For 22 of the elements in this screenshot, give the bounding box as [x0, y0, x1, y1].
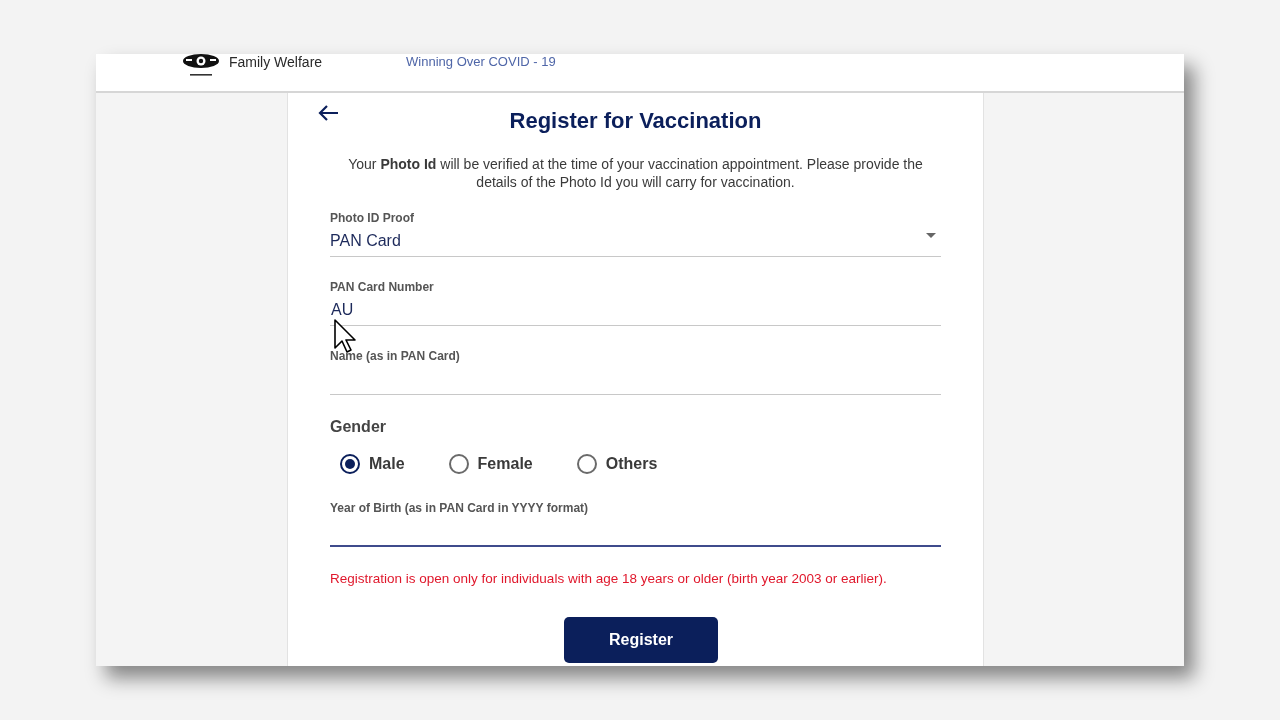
- group-label: Gender: [330, 417, 387, 437]
- select-field[interactable]: PAN Card: [330, 230, 941, 257]
- field-label: Year of Birth (as in PAN Card in YYYY format): [330, 500, 590, 516]
- intro-text: Your Photo Id will be verified at the time of your vaccination appointment. Please provide the details of the Photo Id you will carry for vaccination.: [347, 155, 924, 191]
- field-label: Photo ID Proof: [330, 210, 415, 226]
- tagline: Winning Over COVID - 19: [406, 54, 556, 70]
- radio-label[interactable]: Male: [369, 454, 405, 474]
- caret-icon: [926, 233, 936, 238]
- back-arrow-icon[interactable]: [318, 105, 339, 121]
- register-button[interactable]: Register: [564, 617, 718, 663]
- radio-button[interactable]: [340, 454, 360, 474]
- department-name: Family Welfare: [229, 54, 323, 70]
- field-label: Name (as in PAN Card): [330, 348, 461, 364]
- eligibility-notice: Registration is open only for individuals with age 18 years or older (birth year 2003 or earlier).: [330, 570, 888, 588]
- radio-label[interactable]: Others: [605, 454, 658, 474]
- mouse-pointer-icon: [334, 319, 356, 353]
- radio-button[interactable]: [448, 454, 469, 474]
- radio-label[interactable]: Female: [477, 454, 533, 474]
- field-label: PAN Card Number: [330, 279, 435, 295]
- text-field[interactable]: AU: [330, 299, 941, 326]
- form-title: Register for Vaccination: [509, 107, 762, 135]
- radio-button[interactable]: [576, 454, 597, 474]
